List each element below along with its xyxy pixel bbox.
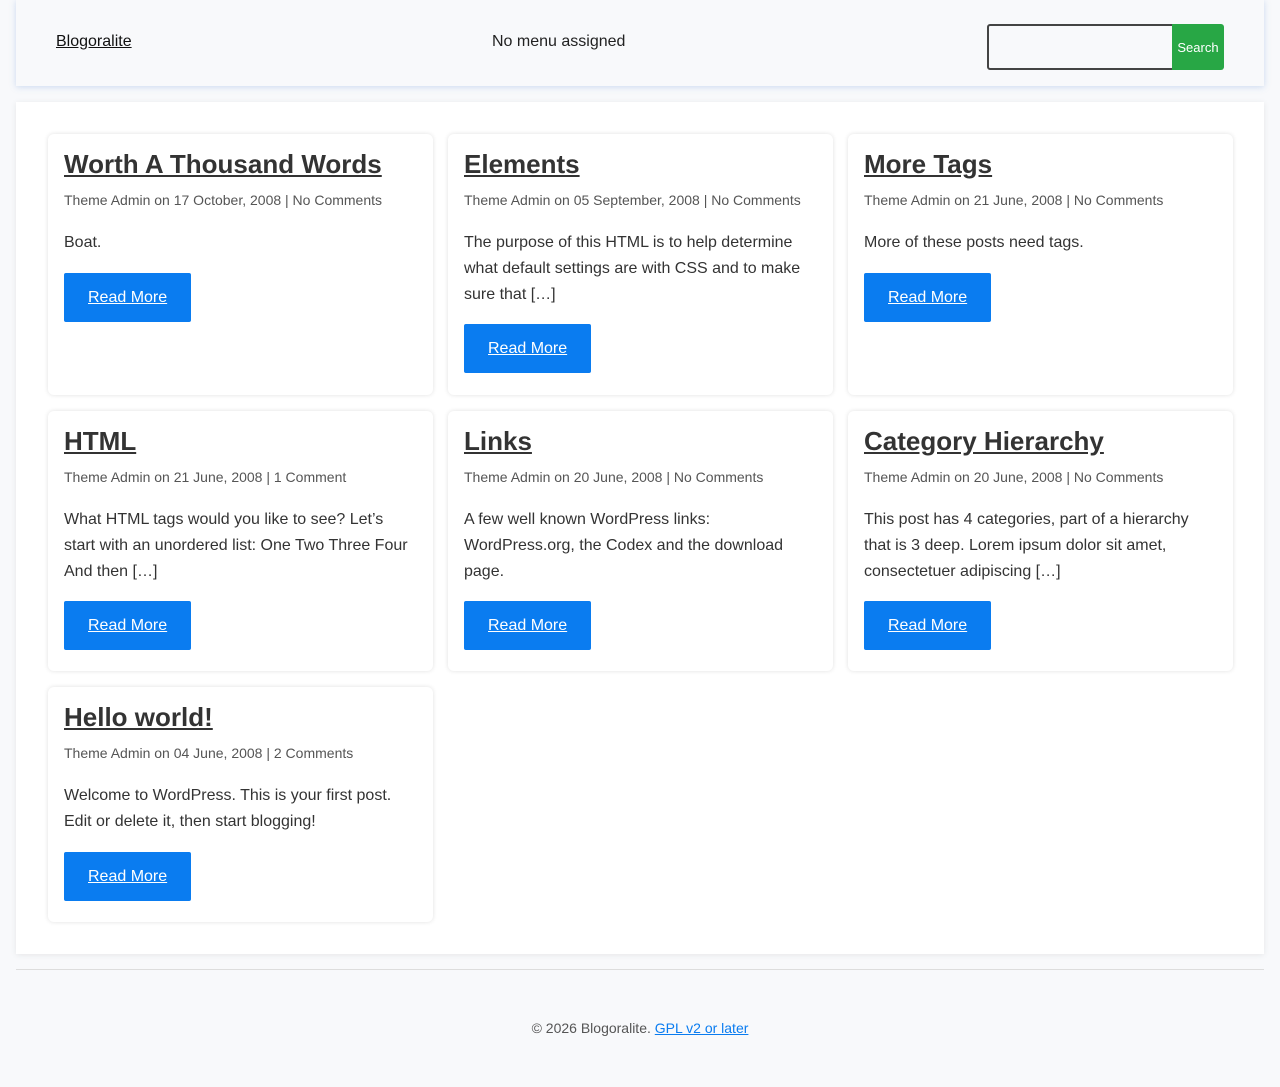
post-card: Elements Theme Admin on 05 September, 20… — [448, 134, 833, 395]
post-meta: Theme Admin on 20 June, 2008 | No Commen… — [864, 468, 1164, 485]
read-more-button[interactable]: Read More — [64, 851, 192, 901]
post-card: More Tags Theme Admin on 21 June, 2008 |… — [848, 134, 1233, 395]
post-title-link[interactable]: Links — [464, 426, 817, 457]
read-more-button[interactable]: Read More — [864, 273, 992, 323]
post-title-link[interactable]: Category Hierarchy — [864, 426, 1217, 457]
post-excerpt: More of these posts need tags. — [864, 234, 1084, 252]
site-footer: © 2026 Blogoralite. GPL v2 or later — [0, 1020, 1280, 1036]
search-button[interactable]: Search — [1172, 24, 1224, 70]
site-header: Blogoralite No menu assigned Search — [16, 0, 1264, 86]
post-excerpt: Welcome to WordPress. This is your first… — [64, 787, 392, 831]
footer-divider — [16, 969, 1264, 970]
post-excerpt: What HTML tags would you like to see? Le… — [64, 511, 408, 580]
post-excerpt: A few well known WordPress links: WordPr… — [464, 511, 784, 580]
post-title-link[interactable]: HTML — [64, 426, 417, 457]
post-card: HTML Theme Admin on 21 June, 2008 | 1 Co… — [48, 411, 433, 671]
post-title-link[interactable]: Worth A Thousand Words — [64, 149, 417, 180]
footer-copyright: © 2026 Blogoralite. — [531, 1020, 651, 1036]
post-meta: Theme Admin on 17 October, 2008 | No Com… — [64, 191, 383, 208]
post-card: Worth A Thousand Words Theme Admin on 17… — [48, 134, 433, 395]
post-title-link[interactable]: Hello world! — [64, 702, 417, 733]
post-card: Links Theme Admin on 20 June, 2008 | No … — [448, 411, 833, 671]
read-more-button[interactable]: Read More — [464, 601, 592, 651]
read-more-button[interactable]: Read More — [64, 601, 192, 651]
read-more-button[interactable]: Read More — [864, 601, 992, 651]
post-title-link[interactable]: Elements — [464, 149, 817, 180]
post-card: Category Hierarchy Theme Admin on 20 Jun… — [848, 411, 1233, 671]
post-excerpt: Boat. — [64, 234, 102, 252]
post-meta: Theme Admin on 04 June, 2008 | 2 Comment… — [64, 744, 354, 761]
post-excerpt: This post has 4 categories, part of a hi… — [864, 511, 1189, 580]
read-more-button[interactable]: Read More — [464, 324, 592, 374]
post-grid: Worth A Thousand Words Theme Admin on 17… — [16, 102, 1264, 954]
post-meta: Theme Admin on 05 September, 2008 | No C… — [464, 191, 801, 208]
license-link[interactable]: GPL v2 or later — [655, 1020, 749, 1036]
site-title-link[interactable]: Blogoralite — [56, 33, 132, 51]
nav-placeholder-text: No menu assigned — [492, 33, 626, 50]
search-input[interactable] — [987, 24, 1174, 70]
post-excerpt: The purpose of this HTML is to help dete… — [464, 234, 801, 303]
post-meta: Theme Admin on 21 June, 2008 | No Commen… — [864, 191, 1164, 208]
post-title-link[interactable]: More Tags — [864, 149, 1217, 180]
post-meta: Theme Admin on 21 June, 2008 | 1 Comment — [64, 468, 347, 485]
read-more-button[interactable]: Read More — [64, 273, 192, 323]
post-card: Hello world! Theme Admin on 04 June, 200… — [48, 687, 433, 922]
post-meta: Theme Admin on 20 June, 2008 | No Commen… — [464, 468, 764, 485]
